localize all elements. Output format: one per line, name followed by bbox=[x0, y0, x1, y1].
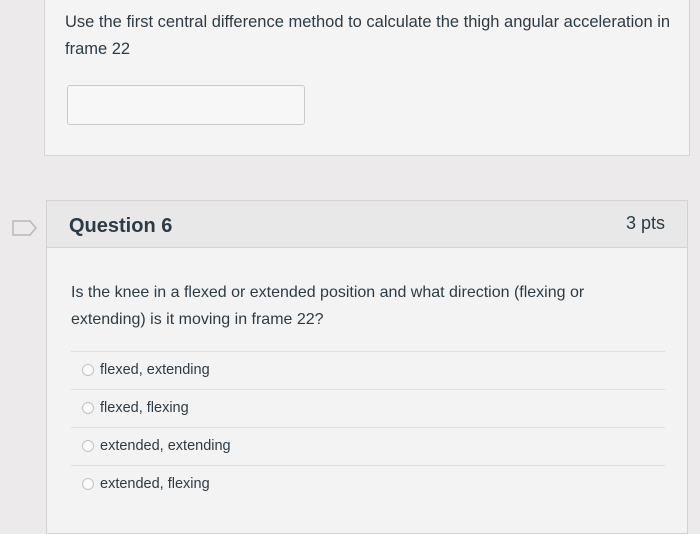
answer-option-label[interactable]: extended, flexing bbox=[100, 476, 210, 492]
question-points: 3 pts bbox=[625, 213, 665, 233]
bookmark-flag-icon[interactable] bbox=[12, 220, 38, 236]
question-title: Question 6 bbox=[69, 215, 173, 237]
answer-options: flexed, extending flexed, flexing extend… bbox=[71, 351, 665, 503]
question-header: Question 6 3 pts bbox=[47, 201, 687, 248]
answer-option[interactable]: flexed, flexing bbox=[71, 389, 665, 427]
radio-button[interactable] bbox=[82, 478, 94, 490]
answer-option[interactable]: extended, extending bbox=[71, 427, 665, 465]
answer-option[interactable]: extended, flexing bbox=[71, 465, 665, 503]
answer-option-label[interactable]: extended, extending bbox=[100, 438, 231, 454]
question-text: Is the knee in a flexed or extended posi… bbox=[71, 284, 585, 328]
answer-option-label[interactable]: flexed, extending bbox=[100, 362, 210, 378]
question-card: Question 6 3 pts Is the knee in a flexed… bbox=[46, 200, 688, 534]
answer-option-label[interactable]: flexed, flexing bbox=[100, 400, 189, 416]
previous-question-card: Use the first central difference method … bbox=[44, 0, 690, 156]
answer-input[interactable] bbox=[67, 85, 305, 125]
radio-button[interactable] bbox=[82, 440, 94, 452]
answer-option[interactable]: flexed, extending bbox=[71, 351, 665, 389]
previous-question-text: Use the first central difference method … bbox=[65, 13, 671, 58]
radio-button[interactable] bbox=[82, 364, 94, 376]
radio-button[interactable] bbox=[82, 402, 94, 414]
